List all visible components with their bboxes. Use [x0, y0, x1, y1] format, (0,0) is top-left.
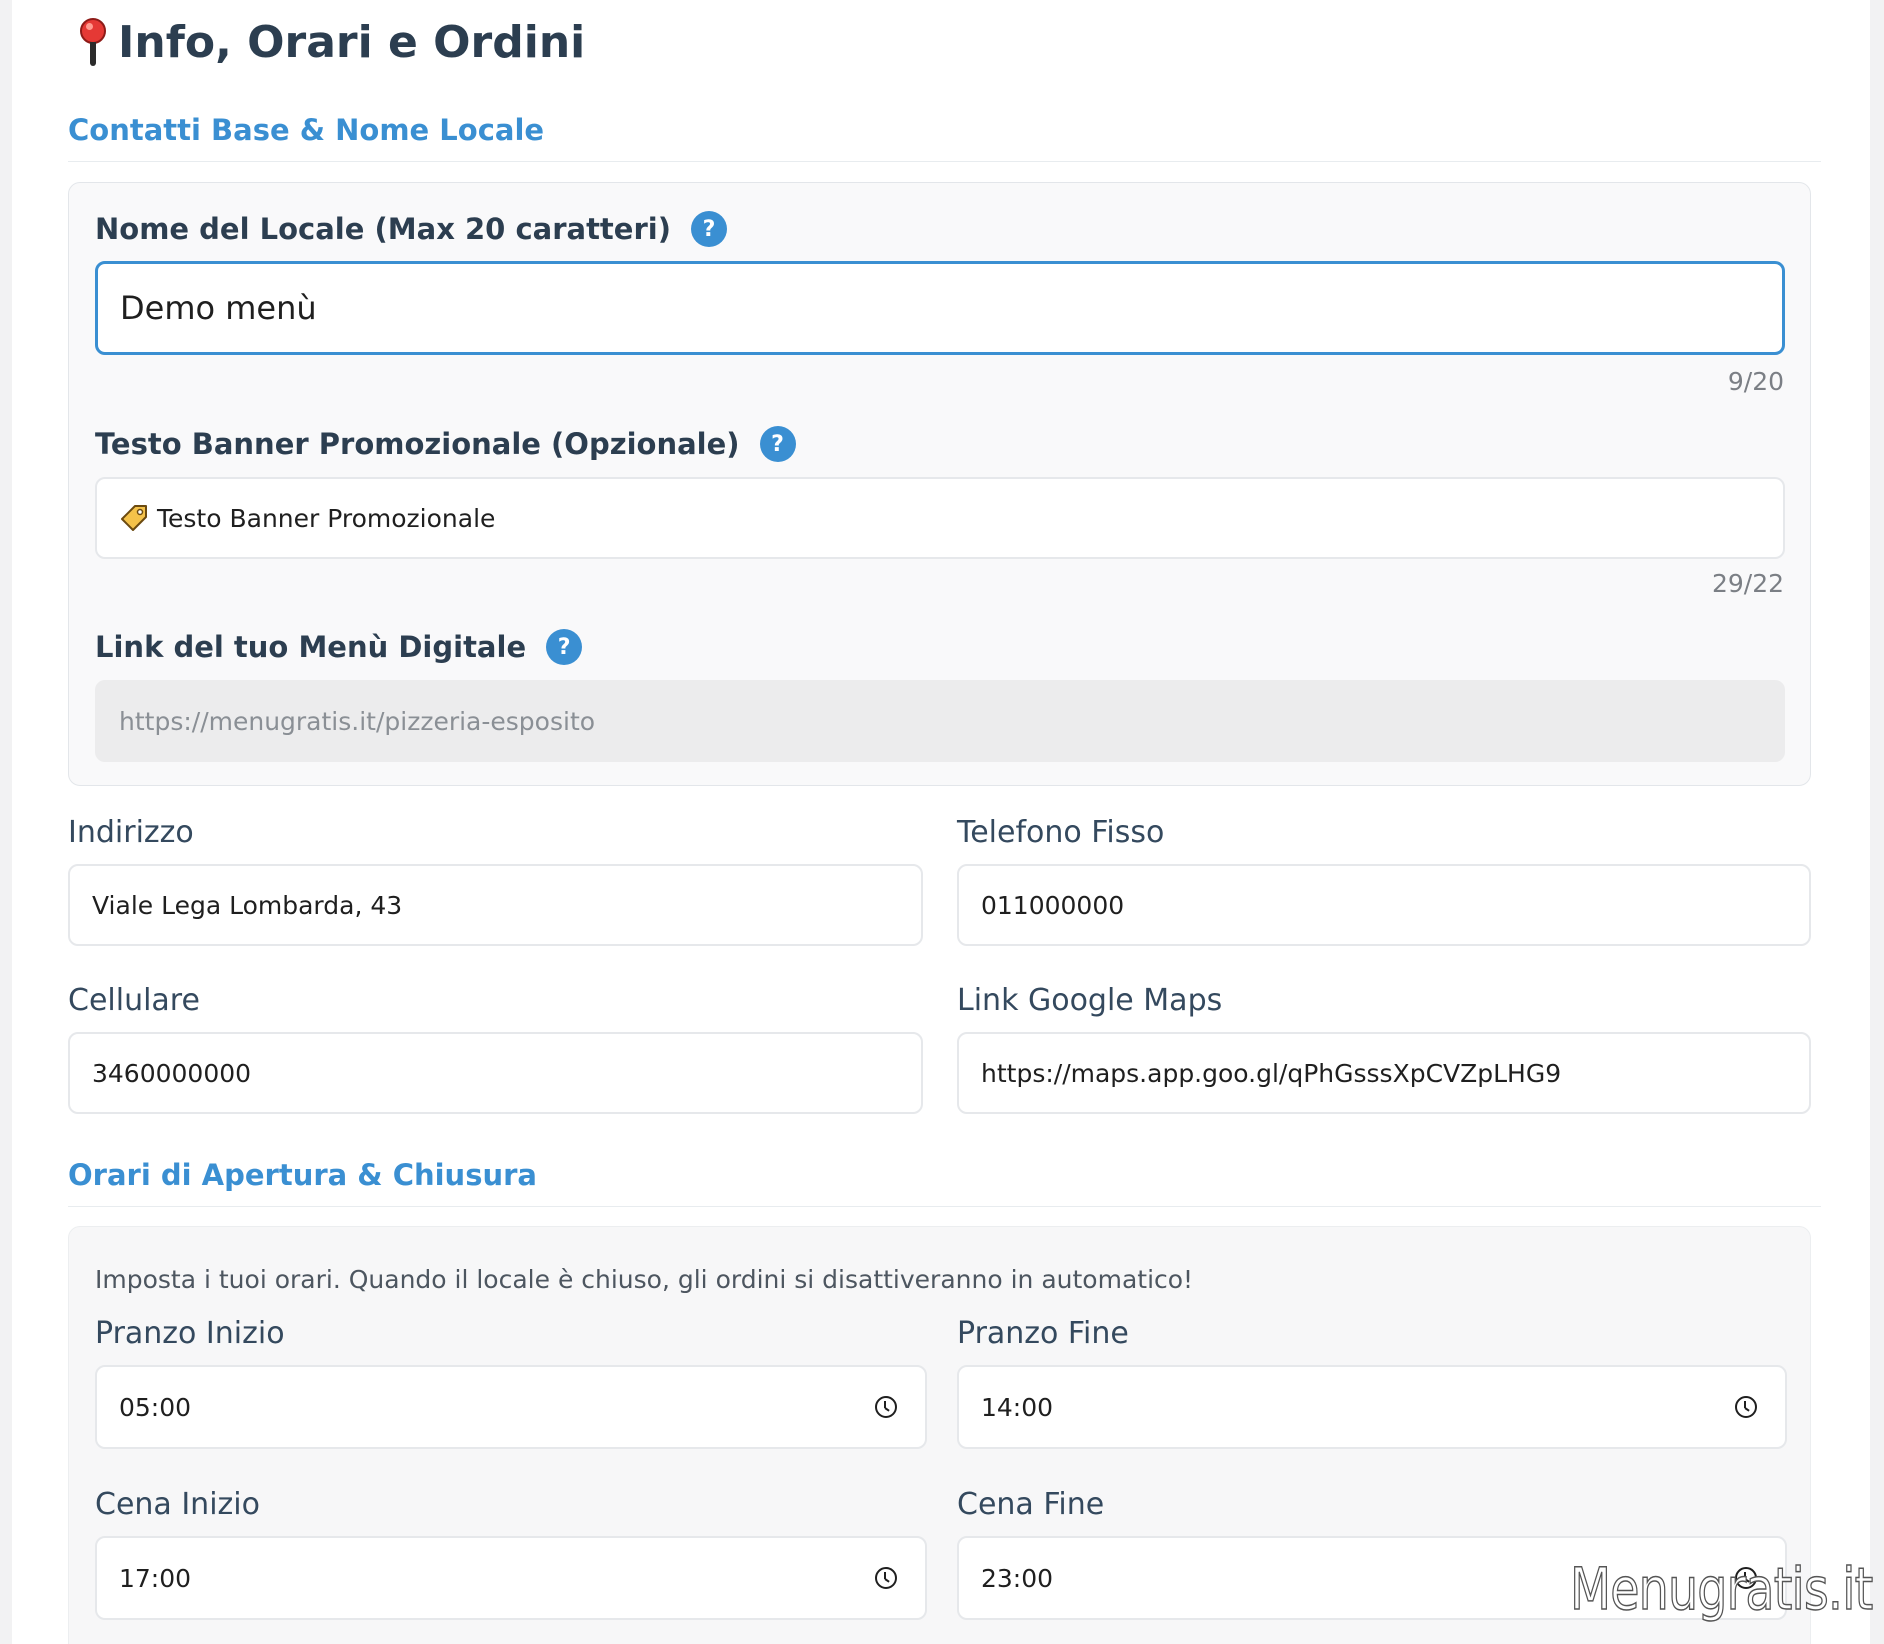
hours-note: Imposta i tuoi orari. Quando il locale è…: [95, 1265, 1194, 1294]
lunch-end-value: 14:00: [981, 1392, 1054, 1422]
lunch-end-label: Pranzo Fine: [957, 1316, 1129, 1351]
dinner-start-value: 17:00: [119, 1563, 192, 1593]
menu-link-field-label: Link del tuo Menù Digitale ?: [95, 629, 583, 665]
page-panel: Info, Orari e Ordini Contatti Base & Nom…: [12, 0, 1870, 1644]
phone-label: Telefono Fisso: [957, 815, 1165, 850]
help-icon[interactable]: ?: [546, 629, 583, 665]
banner-input-value: Testo Banner Promozionale: [157, 503, 496, 533]
menu-link-value: https://menugratis.it/pizzeria-esposito: [119, 706, 596, 736]
address-value: Viale Lega Lombarda, 43: [92, 890, 403, 920]
watermark: Menugratis.it: [1569, 1554, 1873, 1624]
name-char-counter: 9/20: [1727, 367, 1784, 396]
lunch-start-input[interactable]: 05:00: [95, 1365, 927, 1449]
maps-label: Link Google Maps: [957, 983, 1223, 1018]
pin-icon: [78, 16, 108, 68]
page-title-text: Info, Orari e Ordini: [118, 16, 586, 68]
menu-link-input[interactable]: https://menugratis.it/pizzeria-esposito: [95, 680, 1785, 762]
banner-field-label: Testo Banner Promozionale (Opzionale) ?: [95, 426, 796, 462]
phone-value: 011000000: [981, 890, 1125, 920]
mobile-label: Cellulare: [68, 983, 200, 1018]
menu-link-field-label-text: Link del tuo Menù Digitale: [95, 630, 527, 664]
banner-field-label-text: Testo Banner Promozionale (Opzionale): [95, 427, 740, 461]
address-input[interactable]: Viale Lega Lombarda, 43: [68, 864, 923, 946]
name-input[interactable]: Demo menù: [95, 261, 1785, 355]
banner-input[interactable]: Testo Banner Promozionale: [95, 477, 1785, 559]
address-label: Indirizzo: [68, 815, 194, 850]
section-title-hours: Orari di Apertura & Chiusura: [68, 1158, 1821, 1207]
mobile-input[interactable]: 3460000000: [68, 1032, 923, 1114]
mobile-value: 3460000000: [92, 1058, 252, 1088]
maps-value: https://maps.app.goo.gl/qPhGsssXpCVZpLHG…: [981, 1058, 1562, 1088]
clock-icon[interactable]: [875, 1396, 897, 1418]
phone-input[interactable]: 011000000: [957, 864, 1811, 946]
dinner-start-input[interactable]: 17:00: [95, 1536, 927, 1620]
banner-char-counter: 29/22: [1711, 569, 1784, 598]
name-field-label: Nome del Locale (Max 20 caratteri) ?: [95, 211, 727, 247]
section-title-contacts: Contatti Base & Nome Locale: [68, 113, 1821, 162]
tag-icon: [121, 505, 147, 531]
maps-input[interactable]: https://maps.app.goo.gl/qPhGsssXpCVZpLHG…: [957, 1032, 1811, 1114]
clock-icon[interactable]: [875, 1567, 897, 1589]
lunch-start-label: Pranzo Inizio: [95, 1316, 285, 1351]
dinner-end-label: Cena Fine: [957, 1487, 1105, 1522]
clock-icon[interactable]: [1735, 1396, 1757, 1418]
dinner-end-value: 23:00: [981, 1563, 1054, 1593]
dinner-start-label: Cena Inizio: [95, 1487, 260, 1522]
page-title: Info, Orari e Ordini: [78, 16, 585, 68]
help-icon[interactable]: ?: [759, 426, 796, 462]
name-field-label-text: Nome del Locale (Max 20 caratteri): [95, 212, 671, 246]
hours-card: Imposta i tuoi orari. Quando il locale è…: [68, 1226, 1811, 1644]
name-card: Nome del Locale (Max 20 caratteri) ? Dem…: [68, 182, 1811, 786]
lunch-start-value: 05:00: [119, 1392, 192, 1422]
help-icon[interactable]: ?: [690, 211, 727, 247]
name-input-value: Demo menù: [120, 289, 317, 327]
lunch-end-input[interactable]: 14:00: [957, 1365, 1787, 1449]
